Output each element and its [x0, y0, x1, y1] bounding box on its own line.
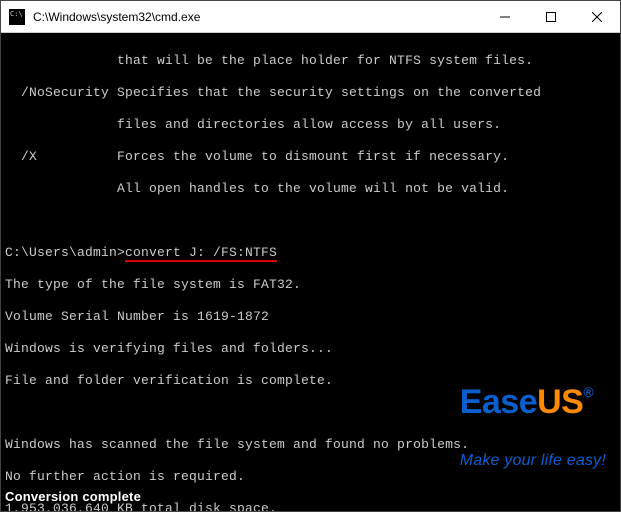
- help-line: /X Forces the volume to dismount first i…: [5, 149, 616, 165]
- maximize-icon: [546, 12, 556, 22]
- help-line: files and directories allow access by al…: [5, 117, 616, 133]
- maximize-button[interactable]: [528, 1, 574, 33]
- output-line: Windows has scanned the file system and …: [5, 437, 616, 453]
- terminal-body[interactable]: that will be the place holder for NTFS s…: [1, 33, 620, 511]
- close-icon: [592, 12, 602, 22]
- blank-line: [5, 405, 616, 421]
- brand-tagline: Make your life easy!: [460, 453, 606, 469]
- help-line: /NoSecurity Specifies that the security …: [5, 85, 616, 101]
- blank-line: [5, 213, 616, 229]
- minimize-button[interactable]: [482, 1, 528, 33]
- prompt-line: C:\Users\admin>convert J: /FS:NTFS: [5, 245, 616, 261]
- help-line: All open handles to the volume will not …: [5, 181, 616, 197]
- window-titlebar: C:\Windows\system32\cmd.exe: [1, 1, 620, 33]
- minimize-icon: [500, 12, 510, 22]
- status-text: Conversion complete: [5, 489, 141, 505]
- command-text: convert J: /FS:NTFS: [125, 245, 277, 262]
- close-button[interactable]: [574, 1, 620, 33]
- prompt-path: C:\Users\admin>: [5, 245, 125, 260]
- window-title: C:\Windows\system32\cmd.exe: [33, 10, 200, 24]
- output-line: The type of the file system is FAT32.: [5, 277, 616, 293]
- help-line: that will be the place holder for NTFS s…: [5, 53, 616, 69]
- output-line: Volume Serial Number is 1619-1872: [5, 309, 616, 325]
- output-line: No further action is required.: [5, 469, 616, 485]
- output-line: File and folder verification is complete…: [5, 373, 616, 389]
- output-line: Windows is verifying files and folders..…: [5, 341, 616, 357]
- cmd-icon: [9, 9, 25, 25]
